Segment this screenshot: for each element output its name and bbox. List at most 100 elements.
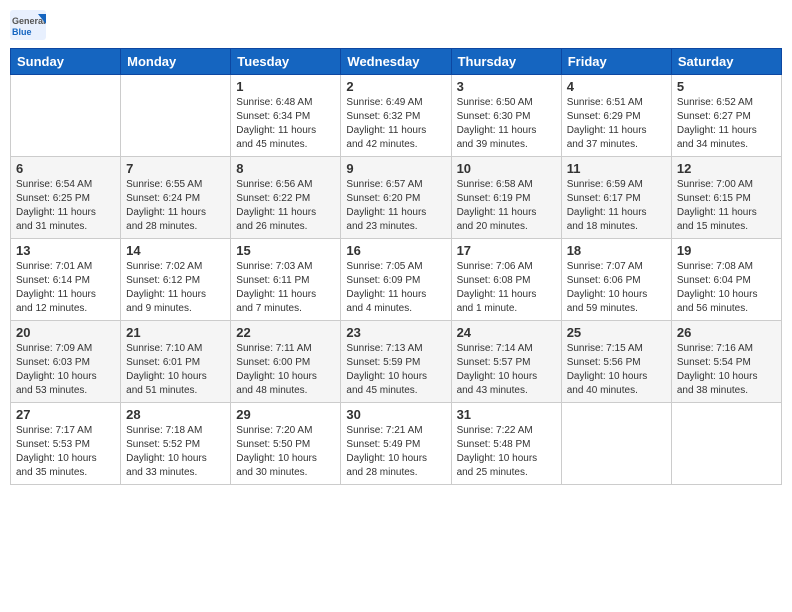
cell-info: Sunrise: 7:00 AM Sunset: 6:15 PM Dayligh…: [677, 178, 776, 234]
calendar-cell: 24 Sunrise: 7:14 AM Sunset: 5:57 PM Dayli…: [451, 321, 561, 403]
week-row-5: 27Sunrise: 7:17 AM Sunset: 5:53 PM Dayli…: [11, 403, 782, 485]
cell-info: Sunrise: 6:51 AM Sunset: 6:29 PM Dayligh…: [567, 96, 666, 152]
calendar-cell: 22 Sunrise: 7:11 AM Sunset: 6:00 PM Dayli…: [231, 321, 341, 403]
day-number: 24: [457, 325, 556, 340]
cell-info: Sunrise: 6:48 AM Sunset: 6:34 PM Dayligh…: [236, 96, 335, 152]
calendar-cell: 23 Sunrise: 7:13 AM Sunset: 5:59 PM Dayli…: [341, 321, 451, 403]
calendar-cell: [561, 403, 671, 485]
calendar-cell: 5Sunrise: 6:52 AM Sunset: 6:27 PM Daylig…: [671, 75, 781, 157]
week-row-2: 6Sunrise: 6:54 AM Sunset: 6:25 PM Daylig…: [11, 157, 782, 239]
day-number: 7: [126, 161, 225, 176]
calendar-cell: 4 Sunrise: 6:51 AM Sunset: 6:29 PM Daylig…: [561, 75, 671, 157]
calendar-cell: 14 Sunrise: 7:02 AM Sunset: 6:12 PM Dayli…: [121, 239, 231, 321]
day-number: 13: [16, 243, 115, 258]
calendar-cell: [11, 75, 121, 157]
day-number: 21: [126, 325, 225, 340]
cell-info: Sunrise: 7:10 AM Sunset: 6:01 PM Dayligh…: [126, 342, 225, 398]
cell-info: Sunrise: 7:20 AM Sunset: 5:50 PM Dayligh…: [236, 424, 335, 480]
calendar-cell: 19Sunrise: 7:08 AM Sunset: 6:04 PM Dayli…: [671, 239, 781, 321]
day-number: 22: [236, 325, 335, 340]
day-number: 2: [346, 79, 445, 94]
calendar-cell: 28Sunrise: 7:18 AM Sunset: 5:52 PM Dayli…: [121, 403, 231, 485]
day-number: 8: [236, 161, 335, 176]
day-number: 25: [567, 325, 666, 340]
cell-info: Sunrise: 7:09 AM Sunset: 6:03 PM Dayligh…: [16, 342, 115, 398]
calendar-cell: 21 Sunrise: 7:10 AM Sunset: 6:01 PM Dayli…: [121, 321, 231, 403]
day-number: 4: [567, 79, 666, 94]
calendar-cell: 17Sunrise: 7:06 AM Sunset: 6:08 PM Dayli…: [451, 239, 561, 321]
cell-info: Sunrise: 7:11 AM Sunset: 6:00 PM Dayligh…: [236, 342, 335, 398]
day-number: 29: [236, 407, 335, 422]
calendar-cell: 13 Sunrise: 7:01 AM Sunset: 6:14 PM Dayli…: [11, 239, 121, 321]
day-number: 11: [567, 161, 666, 176]
day-of-week-friday: Friday: [561, 49, 671, 75]
cell-info: Sunrise: 6:59 AM Sunset: 6:17 PM Dayligh…: [567, 178, 666, 234]
week-row-1: 1Sunrise: 6:48 AM Sunset: 6:34 PM Daylig…: [11, 75, 782, 157]
cell-info: Sunrise: 7:05 AM Sunset: 6:09 PM Dayligh…: [346, 260, 445, 316]
cell-info: Sunrise: 7:14 AM Sunset: 5:57 PM Dayligh…: [457, 342, 556, 398]
calendar-cell: 2 Sunrise: 6:49 AM Sunset: 6:32 PM Daylig…: [341, 75, 451, 157]
cell-info: Sunrise: 7:18 AM Sunset: 5:52 PM Dayligh…: [126, 424, 225, 480]
calendar-cell: 18 Sunrise: 7:07 AM Sunset: 6:06 PM Dayli…: [561, 239, 671, 321]
day-number: 16: [346, 243, 445, 258]
calendar-header: SundayMondayTuesdayWednesdayThursdayFrid…: [11, 49, 782, 75]
logo: General Blue: [10, 10, 46, 40]
calendar-cell: 1Sunrise: 6:48 AM Sunset: 6:34 PM Daylig…: [231, 75, 341, 157]
cell-info: Sunrise: 7:01 AM Sunset: 6:14 PM Dayligh…: [16, 260, 115, 316]
cell-info: Sunrise: 6:55 AM Sunset: 6:24 PM Dayligh…: [126, 178, 225, 234]
cell-info: Sunrise: 7:06 AM Sunset: 6:08 PM Dayligh…: [457, 260, 556, 316]
calendar-body: 1Sunrise: 6:48 AM Sunset: 6:34 PM Daylig…: [11, 75, 782, 485]
calendar-cell: [671, 403, 781, 485]
calendar-cell: 27Sunrise: 7:17 AM Sunset: 5:53 PM Dayli…: [11, 403, 121, 485]
header-row: SundayMondayTuesdayWednesdayThursdayFrid…: [11, 49, 782, 75]
day-number: 5: [677, 79, 776, 94]
day-number: 31: [457, 407, 556, 422]
day-of-week-tuesday: Tuesday: [231, 49, 341, 75]
svg-text:General: General: [12, 16, 46, 26]
cell-info: Sunrise: 7:07 AM Sunset: 6:06 PM Dayligh…: [567, 260, 666, 316]
cell-info: Sunrise: 7:21 AM Sunset: 5:49 PM Dayligh…: [346, 424, 445, 480]
day-number: 18: [567, 243, 666, 258]
svg-text:Blue: Blue: [12, 27, 32, 37]
cell-info: Sunrise: 6:58 AM Sunset: 6:19 PM Dayligh…: [457, 178, 556, 234]
cell-info: Sunrise: 7:03 AM Sunset: 6:11 PM Dayligh…: [236, 260, 335, 316]
day-of-week-sunday: Sunday: [11, 49, 121, 75]
day-number: 23: [346, 325, 445, 340]
day-number: 14: [126, 243, 225, 258]
cell-info: Sunrise: 7:08 AM Sunset: 6:04 PM Dayligh…: [677, 260, 776, 316]
cell-info: Sunrise: 6:56 AM Sunset: 6:22 PM Dayligh…: [236, 178, 335, 234]
cell-info: Sunrise: 7:16 AM Sunset: 5:54 PM Dayligh…: [677, 342, 776, 398]
day-number: 9: [346, 161, 445, 176]
day-number: 15: [236, 243, 335, 258]
cell-info: Sunrise: 7:13 AM Sunset: 5:59 PM Dayligh…: [346, 342, 445, 398]
cell-info: Sunrise: 7:15 AM Sunset: 5:56 PM Dayligh…: [567, 342, 666, 398]
day-number: 27: [16, 407, 115, 422]
calendar-cell: 29 Sunrise: 7:20 AM Sunset: 5:50 PM Dayli…: [231, 403, 341, 485]
day-number: 26: [677, 325, 776, 340]
cell-info: Sunrise: 6:57 AM Sunset: 6:20 PM Dayligh…: [346, 178, 445, 234]
cell-info: Sunrise: 7:02 AM Sunset: 6:12 PM Dayligh…: [126, 260, 225, 316]
calendar-cell: 3 Sunrise: 6:50 AM Sunset: 6:30 PM Daylig…: [451, 75, 561, 157]
calendar-cell: 12 Sunrise: 7:00 AM Sunset: 6:15 PM Dayli…: [671, 157, 781, 239]
calendar-cell: 9 Sunrise: 6:57 AM Sunset: 6:20 PM Daylig…: [341, 157, 451, 239]
day-number: 12: [677, 161, 776, 176]
day-number: 3: [457, 79, 556, 94]
day-of-week-wednesday: Wednesday: [341, 49, 451, 75]
calendar-cell: 10 Sunrise: 6:58 AM Sunset: 6:19 PM Dayli…: [451, 157, 561, 239]
day-number: 30: [346, 407, 445, 422]
calendar-cell: 26 Sunrise: 7:16 AM Sunset: 5:54 PM Dayli…: [671, 321, 781, 403]
day-number: 6: [16, 161, 115, 176]
calendar-cell: 25 Sunrise: 7:15 AM Sunset: 5:56 PM Dayli…: [561, 321, 671, 403]
calendar-table: SundayMondayTuesdayWednesdayThursdayFrid…: [10, 48, 782, 485]
day-number: 10: [457, 161, 556, 176]
logo-icon: General Blue: [10, 10, 46, 40]
cell-info: Sunrise: 6:50 AM Sunset: 6:30 PM Dayligh…: [457, 96, 556, 152]
calendar-cell: 6Sunrise: 6:54 AM Sunset: 6:25 PM Daylig…: [11, 157, 121, 239]
calendar-cell: 20 Sunrise: 7:09 AM Sunset: 6:03 PM Dayli…: [11, 321, 121, 403]
calendar-cell: 7 Sunrise: 6:55 AM Sunset: 6:24 PM Daylig…: [121, 157, 231, 239]
day-number: 20: [16, 325, 115, 340]
cell-info: Sunrise: 6:49 AM Sunset: 6:32 PM Dayligh…: [346, 96, 445, 152]
day-of-week-thursday: Thursday: [451, 49, 561, 75]
calendar-cell: 11 Sunrise: 6:59 AM Sunset: 6:17 PM Dayli…: [561, 157, 671, 239]
day-of-week-monday: Monday: [121, 49, 231, 75]
